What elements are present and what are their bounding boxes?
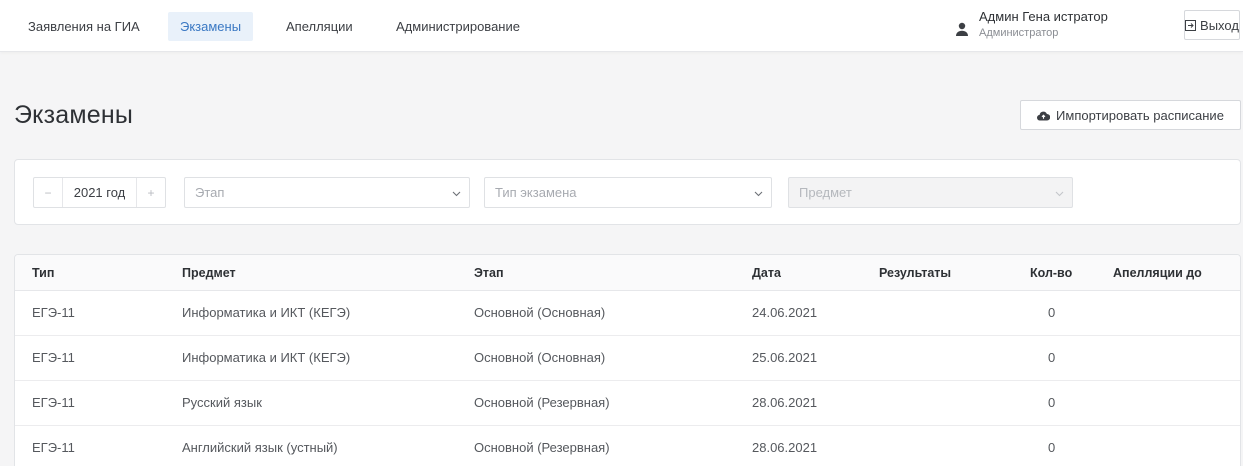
import-schedule-button[interactable]: Импортировать расписание bbox=[1020, 100, 1241, 130]
table-row[interactable]: ЕГЭ-11 Английский язык (устный) Основной… bbox=[15, 426, 1240, 466]
user-name[interactable]: Админ Гена истратор bbox=[979, 9, 1108, 24]
year-stepper: − 2021 год + bbox=[33, 177, 166, 208]
cell-stage: Основной (Резервная) bbox=[474, 440, 610, 455]
cell-date: 28.06.2021 bbox=[752, 440, 818, 455]
exams-table: Тип Предмет Этап Дата Результаты Кол-во … bbox=[14, 254, 1241, 466]
nav-item-appeals[interactable]: Апелляции bbox=[274, 12, 365, 41]
column-header-count[interactable]: Кол-во bbox=[1030, 266, 1072, 280]
column-header-type[interactable]: Тип bbox=[32, 266, 54, 280]
exam-type-select-placeholder: Тип экзамена bbox=[495, 185, 577, 200]
table-row[interactable]: ЕГЭ-11 Информатика и ИКТ (КЕГЭ) Основной… bbox=[15, 336, 1240, 381]
chevron-down-icon bbox=[452, 191, 461, 197]
cell-type: ЕГЭ-11 bbox=[32, 440, 75, 455]
stage-select-placeholder: Этап bbox=[195, 185, 225, 200]
column-header-date[interactable]: Дата bbox=[752, 266, 781, 280]
year-decrement-button[interactable]: − bbox=[34, 178, 63, 207]
nav-item-exams[interactable]: Экзамены bbox=[168, 12, 254, 41]
table-header: Тип Предмет Этап Дата Результаты Кол-во … bbox=[15, 255, 1240, 291]
cell-count: 0 bbox=[1048, 305, 1056, 320]
cell-count: 0 bbox=[1048, 350, 1056, 365]
year-value[interactable]: 2021 год bbox=[63, 178, 136, 207]
cell-subject: Английский язык (устный) bbox=[182, 440, 338, 455]
cell-date: 25.06.2021 bbox=[752, 350, 818, 365]
stage-select[interactable]: Этап bbox=[184, 177, 470, 208]
cell-count: 0 bbox=[1048, 395, 1056, 410]
cell-date: 24.06.2021 bbox=[752, 305, 818, 320]
year-increment-button[interactable]: + bbox=[136, 178, 165, 207]
import-schedule-label: Импортировать расписание bbox=[1056, 107, 1224, 123]
filter-panel: − 2021 год + Этап Тип экзамена Предмет bbox=[14, 159, 1241, 225]
subject-select-placeholder: Предмет bbox=[799, 185, 852, 200]
exam-type-select[interactable]: Тип экзамена bbox=[484, 177, 772, 208]
table-row[interactable]: ЕГЭ-11 Русский язык Основной (Резервная)… bbox=[15, 381, 1240, 426]
cloud-upload-icon bbox=[1037, 111, 1051, 121]
table-row[interactable]: ЕГЭ-11 Информатика и ИКТ (КЕГЭ) Основной… bbox=[15, 291, 1240, 336]
user-role: Администратор bbox=[979, 27, 1059, 39]
top-navbar: Заявления на ГИА Экзамены Апелляции Адми… bbox=[0, 0, 1243, 52]
column-header-results[interactable]: Результаты bbox=[879, 266, 951, 280]
cell-type: ЕГЭ-11 bbox=[32, 350, 75, 365]
logout-button[interactable]: Выход bbox=[1184, 10, 1240, 40]
cell-type: ЕГЭ-11 bbox=[32, 395, 75, 410]
column-header-stage[interactable]: Этап bbox=[474, 266, 504, 280]
cell-date: 28.06.2021 bbox=[752, 395, 818, 410]
cell-subject: Русский язык bbox=[182, 395, 262, 410]
user-icon bbox=[956, 22, 968, 36]
chevron-down-icon bbox=[754, 191, 763, 197]
page-title: Экзамены bbox=[14, 101, 134, 129]
cell-count: 0 bbox=[1048, 440, 1056, 455]
subject-select: Предмет bbox=[788, 177, 1073, 208]
logout-icon bbox=[1185, 19, 1197, 31]
column-header-subject[interactable]: Предмет bbox=[182, 266, 236, 280]
nav-item-administration[interactable]: Администрирование bbox=[384, 12, 532, 41]
cell-stage: Основной (Резервная) bbox=[474, 395, 610, 410]
column-header-appeals-until[interactable]: Апелляции до bbox=[1113, 266, 1202, 280]
cell-type: ЕГЭ-11 bbox=[32, 305, 75, 320]
cell-stage: Основной (Основная) bbox=[474, 305, 606, 320]
logout-label: Выход bbox=[1200, 17, 1239, 33]
chevron-down-icon bbox=[1055, 191, 1064, 197]
cell-stage: Основной (Основная) bbox=[474, 350, 606, 365]
nav-item-applications[interactable]: Заявления на ГИА bbox=[16, 12, 152, 41]
cell-subject: Информатика и ИКТ (КЕГЭ) bbox=[182, 305, 351, 320]
cell-subject: Информатика и ИКТ (КЕГЭ) bbox=[182, 350, 351, 365]
